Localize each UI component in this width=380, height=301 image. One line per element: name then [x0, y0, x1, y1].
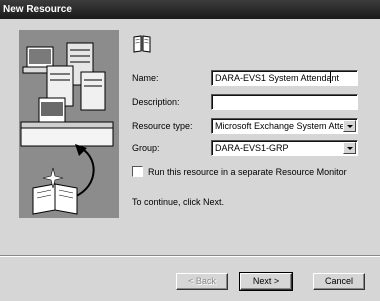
separate-monitor-label: Run this resource in a separate Resource… — [148, 167, 347, 177]
separate-monitor-checkbox[interactable] — [132, 166, 143, 177]
back-button[interactable]: < Back — [176, 273, 228, 290]
group-value: DARA-EVS1-GRP — [215, 143, 289, 153]
continue-instruction: To continue, click Next. — [132, 197, 225, 207]
cancel-button[interactable]: Cancel — [313, 273, 365, 290]
group-select[interactable]: DARA-EVS1-GRP — [211, 140, 358, 156]
resource-type-label: Resource type: — [132, 121, 193, 131]
description-input[interactable] — [211, 94, 358, 110]
window-title: New Resource — [0, 0, 380, 19]
name-label: Name: — [132, 73, 159, 83]
name-input[interactable]: DARA-EVS1 System Attendant — [211, 70, 358, 86]
chevron-down-icon[interactable] — [343, 142, 356, 154]
resource-type-value: Microsoft Exchange System Atten — [215, 121, 350, 131]
footer-separator — [0, 255, 380, 257]
wizard-illustration — [19, 30, 119, 218]
text-cursor — [330, 72, 331, 83]
group-label: Group: — [132, 143, 160, 153]
chevron-down-icon[interactable] — [343, 120, 356, 132]
resource-type-select[interactable]: Microsoft Exchange System Atten — [211, 118, 358, 134]
next-button[interactable]: Next > — [239, 272, 293, 291]
description-label: Description: — [132, 97, 180, 107]
book-icon — [132, 34, 152, 56]
